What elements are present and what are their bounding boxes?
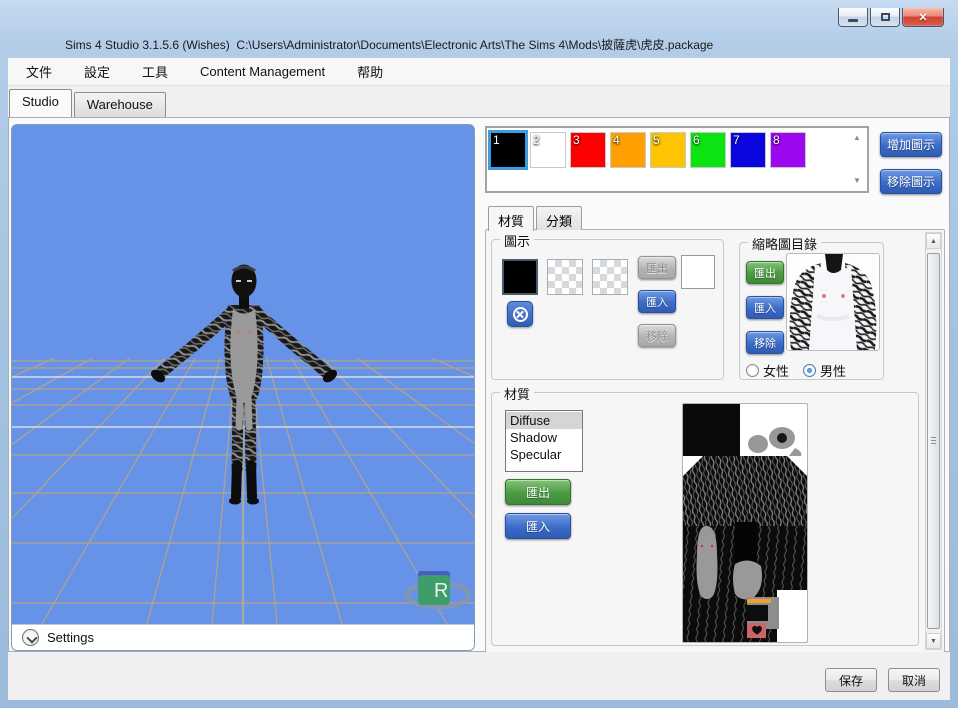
close-button[interactable]: ✕ — [902, 8, 944, 27]
male-label: 男性 — [820, 361, 846, 380]
add-swatch-button[interactable]: 增加圖示 — [880, 132, 942, 157]
panel-scrollbar[interactable]: ▲ ▼ — [925, 232, 942, 650]
menu-tools[interactable]: 工具 — [138, 59, 172, 84]
client-area: 文件 設定 工具 Content Management 帮助 Studio Wa… — [8, 58, 950, 700]
scroll-down-icon[interactable]: ▼ — [853, 177, 861, 185]
texture-preview — [682, 403, 808, 643]
swatch-scroll: ▲ ▼ — [850, 128, 864, 191]
gender-radios: 女性 男性 — [746, 361, 846, 380]
icon-import-button[interactable]: 匯入 — [638, 290, 676, 313]
model-viewport[interactable]: R Settings — [11, 124, 475, 651]
scrollbar-up-button[interactable]: ▲ — [926, 233, 941, 249]
icon-swatch-white[interactable] — [681, 255, 715, 289]
swatch-6[interactable]: 6 — [690, 132, 726, 168]
swatch-7[interactable]: 7 — [730, 132, 766, 168]
thumbnail-image — [786, 253, 880, 351]
maximize-icon — [881, 13, 890, 21]
minimize-icon — [848, 19, 858, 22]
channel-diffuse[interactable]: Diffuse — [506, 412, 582, 429]
scrollbar-down-button[interactable]: ▼ — [926, 633, 941, 649]
female-radio-dot — [746, 364, 759, 377]
material-group-title: 材質 — [500, 384, 534, 403]
material-groupbox: 材質 Diffuse Shadow Specular 匯出 匯入 — [491, 392, 919, 646]
icon-swatch-black[interactable] — [502, 259, 538, 295]
svg-text:R: R — [434, 580, 448, 602]
swatch-5[interactable]: 5 — [650, 132, 686, 168]
app-window: ✕ Sims 4 Studio 3.1.5.6 (Wishes) C:\User… — [0, 0, 958, 708]
swatch-4[interactable]: 4 — [610, 132, 646, 168]
icon-remove-button[interactable]: 移除 — [638, 324, 676, 347]
icon-export-button[interactable]: 匯出 — [638, 256, 676, 279]
save-button[interactable]: 保存 — [825, 668, 877, 692]
window-title: Sims 4 Studio 3.1.5.6 (Wishes) C:\Users\… — [65, 36, 713, 53]
content-box: R Settings 1 2 3 4 5 6 7 8 ▲ — [8, 117, 950, 652]
menu-bar: 文件 設定 工具 Content Management 帮助 — [8, 58, 950, 86]
x-circle-icon — [513, 307, 528, 322]
chevron-down-icon — [22, 629, 39, 646]
clear-icon-button[interactable] — [507, 301, 533, 327]
menu-settings[interactable]: 設定 — [80, 59, 114, 84]
menu-content-management[interactable]: Content Management — [196, 61, 329, 82]
thumbnail-export-button[interactable]: 匯出 — [746, 261, 784, 284]
footer-bar: 保存 取消 — [8, 652, 950, 700]
menu-file[interactable]: 文件 — [22, 59, 56, 84]
thumbnail-group-title: 縮略圖目錄 — [748, 234, 821, 253]
material-tab-panel: 圖示 匯出 匯入 移除 縮略圖目錄 匯出 匯入 移除 — [485, 229, 945, 653]
settings-label: Settings — [47, 630, 94, 645]
channel-specular[interactable]: Specular — [506, 446, 582, 463]
thumbnail-groupbox: 縮略圖目錄 匯出 匯入 移除 — [739, 242, 884, 380]
channel-shadow[interactable]: Shadow — [506, 429, 582, 446]
tab-warehouse[interactable]: Warehouse — [74, 92, 166, 117]
swatch-list: 1 2 3 4 5 6 7 8 ▲ ▼ — [485, 126, 869, 193]
model-scene: R — [12, 125, 474, 624]
scrollbar-track[interactable] — [926, 249, 941, 633]
swatch-3[interactable]: 3 — [570, 132, 606, 168]
minimize-button[interactable] — [838, 8, 868, 27]
swatch-1[interactable]: 1 — [490, 132, 526, 168]
channel-listbox: Diffuse Shadow Specular — [505, 410, 583, 472]
cancel-button[interactable]: 取消 — [888, 668, 940, 692]
icon-group-title: 圖示 — [500, 231, 534, 250]
scrollbar-grip — [931, 437, 936, 446]
female-radio[interactable]: 女性 — [746, 361, 789, 380]
main-tabstrip: Studio Warehouse — [8, 86, 950, 117]
female-label: 女性 — [763, 361, 789, 380]
scrollbar-thumb[interactable] — [927, 253, 940, 629]
male-radio[interactable]: 男性 — [803, 361, 846, 380]
caption-buttons: ✕ — [838, 8, 944, 27]
maximize-button[interactable] — [870, 8, 900, 27]
swatch-2[interactable]: 2 — [530, 132, 566, 168]
icon-swatch-transparent-1[interactable] — [547, 259, 583, 295]
menu-help[interactable]: 帮助 — [353, 59, 387, 84]
material-import-button[interactable]: 匯入 — [505, 513, 571, 539]
male-radio-dot — [803, 364, 816, 377]
thumbnail-import-button[interactable]: 匯入 — [746, 296, 784, 319]
swatch-8[interactable]: 8 — [770, 132, 806, 168]
scroll-up-icon[interactable]: ▲ — [853, 134, 861, 142]
tab-category[interactable]: 分類 — [536, 206, 582, 230]
material-export-button[interactable]: 匯出 — [505, 479, 571, 505]
tab-studio[interactable]: Studio — [9, 89, 72, 117]
close-icon: ✕ — [918, 11, 927, 24]
remove-swatch-button[interactable]: 移除圖示 — [880, 169, 942, 194]
icon-swatch-transparent-2[interactable] — [592, 259, 628, 295]
reset-view-badge: R — [407, 571, 469, 607]
thumbnail-remove-button[interactable]: 移除 — [746, 331, 784, 354]
tab-material[interactable]: 材質 — [488, 206, 534, 231]
icon-groupbox: 圖示 匯出 匯入 移除 — [491, 239, 724, 380]
panel-tabstrip: 材質 分類 — [488, 206, 584, 231]
settings-bar[interactable]: Settings — [12, 624, 474, 650]
